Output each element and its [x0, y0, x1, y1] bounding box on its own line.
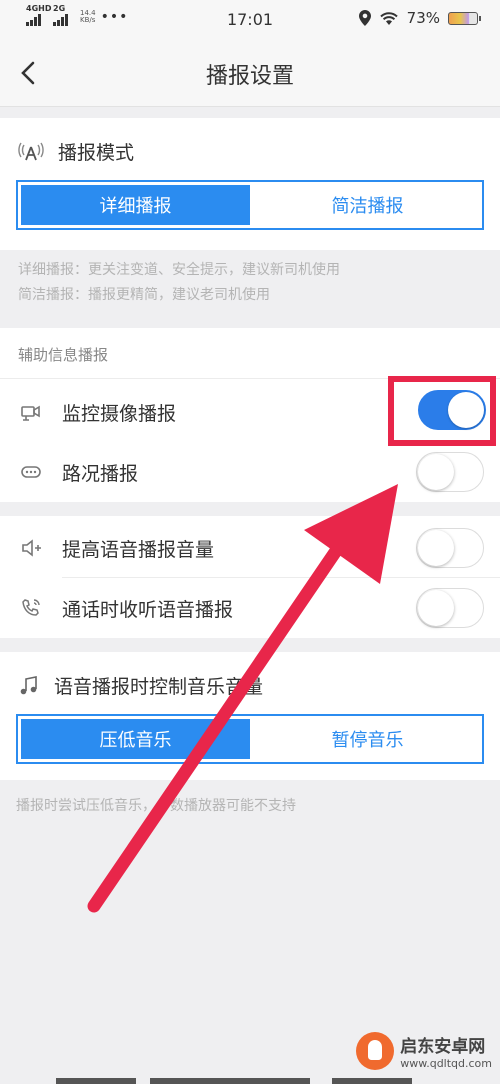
row-volume-boost: 提高语音播报音量	[0, 518, 500, 578]
broadcast-mode-title: 播报模式	[58, 142, 135, 164]
watermark-name: 启东安卓网	[400, 1037, 486, 1057]
row-traffic-broadcast: 路况播报	[0, 442, 500, 502]
page-title: 播报设置	[205, 64, 294, 89]
segment-concise[interactable]: 简洁播报	[253, 182, 482, 228]
traffic-broadcast-toggle[interactable]	[416, 452, 484, 492]
phone-icon	[22, 599, 40, 616]
volume-boost-label: 提高语音播报音量	[62, 538, 215, 561]
segment-detailed[interactable]: 详细播报	[21, 185, 250, 225]
music-segmented: 压低音乐 暂停音乐	[16, 714, 484, 764]
nav-bar: 播报设置	[0, 40, 500, 107]
location-icon	[358, 10, 371, 26]
segment-pause-music[interactable]: 暂停音乐	[253, 716, 482, 762]
watermark-url: www.qdltqd.com	[400, 1057, 492, 1070]
toggle-knob	[418, 454, 454, 490]
call-broadcast-label: 通话时收听语音播报	[62, 598, 234, 621]
camera-icon	[21, 405, 40, 421]
music-icon	[20, 675, 37, 694]
battery-percent: 73%	[406, 9, 440, 27]
voice-card: 提高语音播报音量 通话时收听语音播报	[0, 516, 500, 638]
battery-icon	[448, 11, 481, 25]
traffic-icon	[21, 466, 41, 478]
status-bar: 4GHD 2G 14.4 KB/s ••• 17:01 73%	[0, 0, 500, 40]
music-header: 语音播报时控制音乐音量	[18, 672, 263, 699]
toggle-knob	[418, 530, 454, 566]
bottom-edge	[0, 1078, 500, 1084]
row-call-broadcast: 通话时收听语音播报	[0, 578, 500, 638]
note-concise: 简洁播报：播报更精简，建议老司机使用	[18, 287, 270, 303]
music-card: 语音播报时控制音乐音量 压低音乐 暂停音乐	[0, 652, 500, 780]
highlight-box	[388, 376, 496, 446]
broadcast-mode-card: 播报模式 详细播报 简洁播报	[0, 118, 500, 250]
broadcast-icon	[18, 142, 44, 160]
traffic-broadcast-label: 路况播报	[62, 462, 139, 485]
music-note: 播报时尝试压低音乐，少数播放器可能不支持	[16, 798, 296, 814]
broadcast-mode-header: 播报模式	[18, 138, 134, 165]
segment-lower-music[interactable]: 压低音乐	[21, 719, 250, 759]
wifi-icon	[379, 12, 398, 25]
status-bar-right: 73%	[358, 9, 481, 27]
toggle-knob	[418, 590, 454, 626]
watermark: 启东安卓网 www.qdltqd.com	[356, 1032, 492, 1070]
broadcast-mode-segmented: 详细播报 简洁播报	[16, 180, 484, 230]
volume-up-icon	[22, 539, 41, 557]
volume-boost-toggle[interactable]	[416, 528, 484, 568]
call-broadcast-toggle[interactable]	[416, 588, 484, 628]
broadcast-mode-notes: 详细播报：更关注变道、安全提示，建议新司机使用 简洁播报：播报更精简，建议老司机…	[18, 258, 340, 308]
note-detailed: 详细播报：更关注变道、安全提示，建议新司机使用	[18, 262, 340, 278]
music-title: 语音播报时控制音乐音量	[54, 676, 264, 698]
aux-section-title: 辅助信息播报	[18, 346, 109, 364]
camera-broadcast-label: 监控摄像播报	[62, 402, 177, 425]
watermark-logo-icon	[356, 1032, 395, 1070]
